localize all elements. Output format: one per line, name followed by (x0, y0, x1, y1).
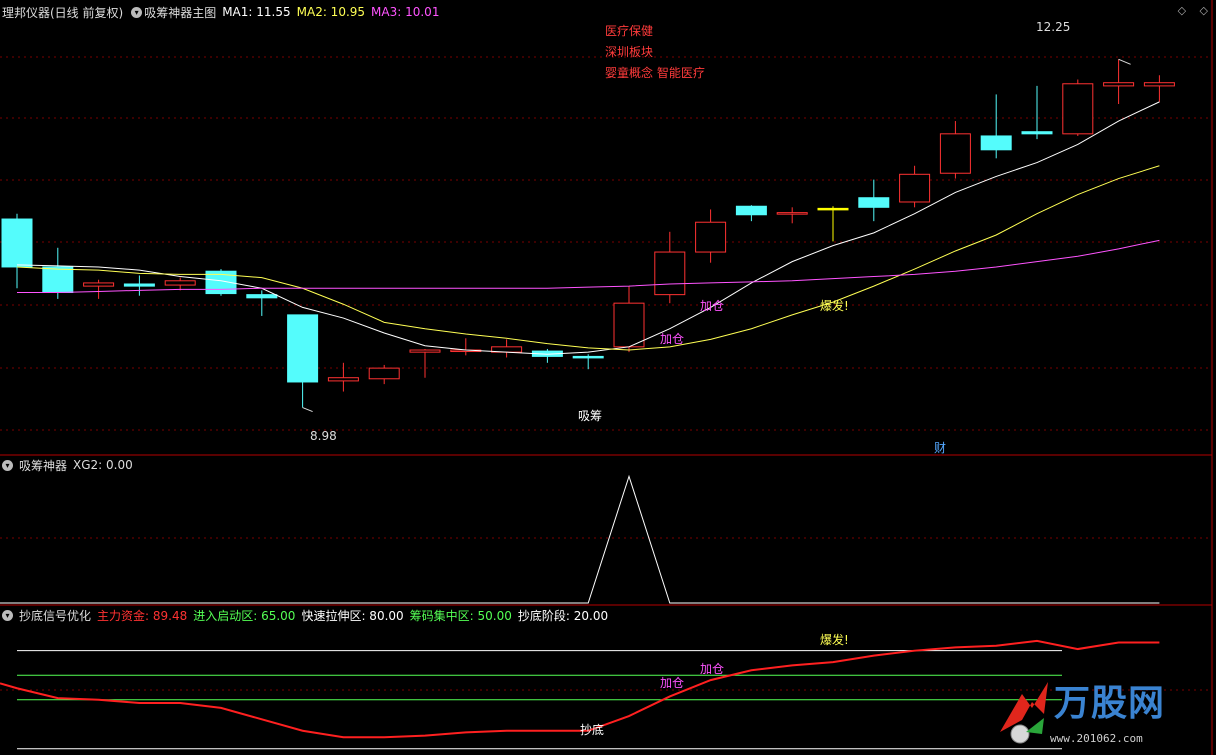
indicator-name[interactable]: 吸筹神器主图 (144, 4, 216, 21)
chip-zone-value: 筹码集中区: 50.00 (409, 608, 512, 623)
candle-body-10 (409, 349, 441, 353)
candle-body-8 (327, 377, 359, 382)
main-panel-header: 理邦仪器(日线 前复权) ▾ 吸筹神器主图 MA1: 11.55 MA2: 10… (0, 3, 445, 21)
candle-body-9 (368, 367, 400, 380)
candle-body-6 (246, 294, 278, 299)
fast-zone-value: 快速拉伸区: 80.00 (301, 608, 404, 623)
candle-body-23 (939, 133, 971, 174)
candle-body-7 (287, 314, 319, 383)
signal-jiacang-2: 加仓 (700, 299, 725, 313)
stock-title[interactable]: 理邦仪器(日线 前复权) (2, 4, 123, 21)
signal-chaodi: 抄底 (580, 723, 605, 737)
low-price-label: 8.98 (310, 429, 337, 443)
signal-jiacang-1: 加仓 (660, 332, 685, 346)
candle-body-21 (858, 197, 890, 208)
candle-body-4 (164, 280, 196, 286)
xichou-panel-header: ▾ 吸筹神器 XG2: 0.00 (0, 456, 139, 474)
finance-badge[interactable]: 财 (934, 439, 946, 456)
ma1-value: MA1: 11.55 (222, 5, 291, 19)
news-tag-3[interactable]: 婴童概念 智能医疗 (605, 64, 705, 81)
signal-baofa-2: 爆发! (820, 633, 849, 647)
settings-circle-icon[interactable]: ▾ (131, 6, 143, 18)
candle-body-25 (1021, 131, 1053, 135)
signal-baofa: 爆发! (820, 299, 849, 313)
candle-body-20 (817, 207, 849, 211)
diamond-icon-2[interactable]: ◇ (1200, 4, 1208, 17)
window-controls: ◇ ◇ (1178, 4, 1208, 17)
chaodi-panel-header: ▾ 抄底信号优化 主力资金: 89.48 进入启动区: 65.00 快速拉伸区:… (0, 606, 614, 624)
ma2-value: MA2: 10.95 (296, 5, 366, 19)
panel2-title[interactable]: 吸筹神器 (19, 457, 67, 474)
candle-body-27 (1103, 82, 1135, 87)
signal-jiacang-4: 加仓 (700, 662, 725, 676)
ma3-value: MA3: 10.01 (371, 5, 440, 19)
candle-body-1 (42, 266, 74, 294)
candle-body-17 (695, 221, 727, 253)
signal-jiacang-3: 加仓 (660, 676, 685, 690)
candle-body-19 (776, 212, 808, 215)
candle-body-16 (654, 251, 686, 296)
candle-body-26 (1062, 83, 1094, 135)
panel3-title[interactable]: 抄底信号优化 (19, 607, 91, 624)
signal-xichou: 吸筹 (578, 409, 603, 423)
candle-body-24 (980, 135, 1012, 151)
xg2-line (0, 474, 1160, 604)
news-tag-2[interactable]: 深圳板块 (605, 43, 653, 60)
entry-zone-value: 进入启动区: 65.00 (193, 608, 296, 623)
ma-line-ma2 (16, 165, 1160, 351)
xg2-value: XG2: 0.00 (73, 458, 133, 472)
candle-body-3 (123, 283, 155, 287)
candle-body-14 (572, 355, 604, 359)
chart-canvas (0, 0, 1213, 755)
candle-body-15 (613, 302, 645, 348)
news-tag-1[interactable]: 医疗保健 (605, 22, 653, 39)
candle-body-2 (83, 282, 115, 287)
diamond-icon[interactable]: ◇ (1178, 4, 1186, 17)
watermark-logo: 万股网 www.201062.com (992, 672, 1214, 754)
main-fund-value: 主力资金: 89.48 (97, 608, 188, 623)
settings-circle-icon[interactable]: ▾ (2, 609, 13, 621)
high-price-label: 12.25 (1036, 20, 1071, 34)
candle-body-0 (1, 218, 33, 268)
bottom-stage-value: 抄底阶段: 20.00 (517, 608, 609, 623)
low-marker-arrow (302, 407, 313, 412)
logo-text: 万股网 (1054, 683, 1166, 724)
settings-circle-icon[interactable]: ▾ (2, 459, 13, 471)
candle-body-28 (1143, 82, 1175, 87)
logo-url: www.201062.com (1050, 732, 1143, 745)
candle-body-18 (735, 205, 767, 216)
candle-body-22 (899, 173, 931, 203)
high-marker-arrow (1118, 58, 1131, 65)
